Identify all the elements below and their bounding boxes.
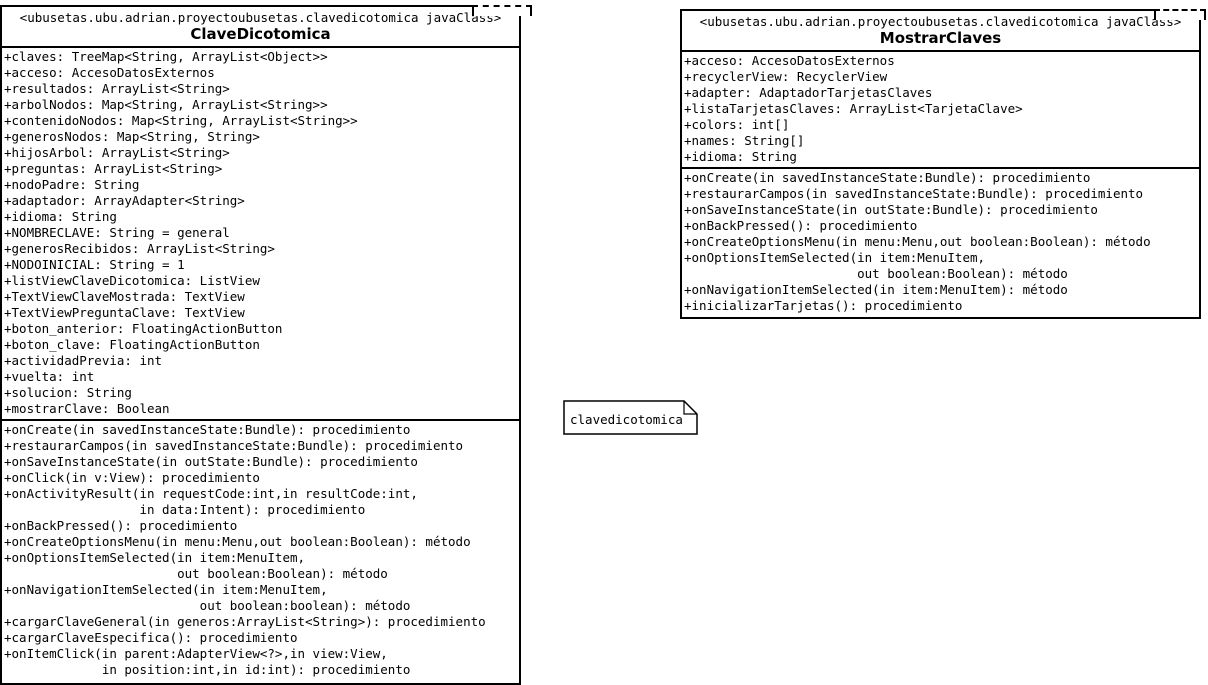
attribute: +resultados: ArrayList<String> <box>4 81 230 96</box>
attribute: +names: String[] <box>684 133 805 148</box>
operation: +onClick(in v:View): procedimiento <box>4 470 260 485</box>
operation: out boolean:Boolean): método <box>684 266 1068 281</box>
operation: +cargarClaveGeneral(in generos:ArrayList… <box>4 614 486 629</box>
operation: +onActivityResult(in requestCode:int,in … <box>4 486 418 501</box>
operation: +onItemClick(in parent:AdapterView<?>,in… <box>4 646 388 661</box>
attribute: +acceso: AccesoDatosExternos <box>684 53 895 68</box>
attribute: +listViewClaveDicotomica: ListView <box>4 273 260 288</box>
attribute: +contenidoNodos: Map<String, ArrayList<S… <box>4 113 358 128</box>
class-stereotype: <ubusetas.ubu.adrian.proyectoubusetas.cl… <box>19 11 502 25</box>
class-name: MostrarClaves <box>879 29 1002 47</box>
operation: +inicializarTarjetas(): procedimiento <box>684 298 963 313</box>
attribute: +nodoPadre: String <box>4 177 140 192</box>
class-tab-decoration <box>1154 9 1206 20</box>
class-mostrarclaves[interactable]: <ubusetas.ubu.adrian.proyectoubusetas.cl… <box>680 9 1206 319</box>
attributes-compartment: +claves: TreeMap<String, ArrayList<Objec… <box>2 48 519 421</box>
attribute: +idioma: String <box>4 209 117 224</box>
operation: +restaurarCampos(in savedInstanceState:B… <box>684 186 1144 201</box>
class-name: ClaveDicotomica <box>190 25 331 43</box>
attribute: +boton_anterior: FloatingActionButton <box>4 321 283 336</box>
attribute: +acceso: AccesoDatosExternos <box>4 65 215 80</box>
operation: +onOptionsItemSelected(in item:MenuItem, <box>684 250 986 265</box>
attribute: +solucion: String <box>4 385 132 400</box>
operation: in data:Intent): procedimiento <box>4 502 366 517</box>
operation: +onOptionsItemSelected(in item:MenuItem, <box>4 550 306 565</box>
attribute: +colors: int[] <box>684 117 790 132</box>
attribute: +NOMBRECLAVE: String = general <box>4 225 230 240</box>
attribute: +generosRecibidos: ArrayList<String> <box>4 241 275 256</box>
class-stereotype: <ubusetas.ubu.adrian.proyectoubusetas.cl… <box>699 15 1182 29</box>
operation: +onSaveInstanceState(in outState:Bundle)… <box>4 454 418 469</box>
operation: +onSaveInstanceState(in outState:Bundle)… <box>684 202 1098 217</box>
operation: +onCreate(in savedInstanceState:Bundle):… <box>4 422 411 437</box>
class-tab-decoration <box>472 5 532 16</box>
attribute: +adaptador: ArrayAdapter<String> <box>4 193 245 208</box>
package-label: clavedicotomica <box>570 412 683 427</box>
operations-compartment: +onCreate(in savedInstanceState:Bundle):… <box>682 169 1199 316</box>
operation: +onCreateOptionsMenu(in menu:Menu,out bo… <box>4 534 471 549</box>
attribute: +hijosArbol: ArrayList<String> <box>4 145 230 160</box>
operation: +cargarClaveEspecifica(): procedimiento <box>4 630 298 645</box>
operation: out boolean:Boolean): método <box>4 566 388 581</box>
class-header: <ubusetas.ubu.adrian.proyectoubusetas.cl… <box>682 11 1199 52</box>
attribute: +vuelta: int <box>4 369 95 384</box>
class-header: <ubusetas.ubu.adrian.proyectoubusetas.cl… <box>2 7 519 48</box>
operation: +onBackPressed(): procedimiento <box>684 218 918 233</box>
operation: in position:int,in id:int): procedimient… <box>4 662 411 677</box>
operation: +onNavigationItemSelected(in item:MenuIt… <box>684 282 1068 297</box>
attribute: +actividadPrevia: int <box>4 353 163 368</box>
attribute: +arbolNodos: Map<String, ArrayList<Strin… <box>4 97 328 112</box>
package-note[interactable]: clavedicotomica <box>563 400 698 435</box>
attribute: +recyclerView: RecyclerView <box>684 69 888 84</box>
operation: out boolean:boolean): método <box>4 598 411 613</box>
attribute: +NODOINICIAL: String = 1 <box>4 257 185 272</box>
class-clavedicotomica[interactable]: <ubusetas.ubu.adrian.proyectoubusetas.cl… <box>0 5 532 685</box>
attribute: +preguntas: ArrayList<String> <box>4 161 223 176</box>
operation: +onCreate(in savedInstanceState:Bundle):… <box>684 170 1091 185</box>
attribute: +mostrarClave: Boolean <box>4 401 170 416</box>
attribute: +boton_clave: FloatingActionButton <box>4 337 260 352</box>
attribute: +listaTarjetasClaves: ArrayList<TarjetaC… <box>684 101 1023 116</box>
operation: +onCreateOptionsMenu(in menu:Menu,out bo… <box>684 234 1151 249</box>
attribute: +TextViewPreguntaClave: TextView <box>4 305 245 320</box>
operation: +onNavigationItemSelected(in item:MenuIt… <box>4 582 328 597</box>
attribute: +claves: TreeMap<String, ArrayList<Objec… <box>4 49 328 64</box>
attributes-compartment: +acceso: AccesoDatosExternos +recyclerVi… <box>682 52 1199 169</box>
attribute: +generosNodos: Map<String, String> <box>4 129 260 144</box>
operations-compartment: +onCreate(in savedInstanceState:Bundle):… <box>2 421 519 680</box>
operation: +onBackPressed(): procedimiento <box>4 518 238 533</box>
attribute: +TextViewClaveMostrada: TextView <box>4 289 245 304</box>
operation: +restaurarCampos(in savedInstanceState:B… <box>4 438 464 453</box>
attribute: +adapter: AdaptadorTarjetasClaves <box>684 85 933 100</box>
attribute: +idioma: String <box>684 149 797 164</box>
